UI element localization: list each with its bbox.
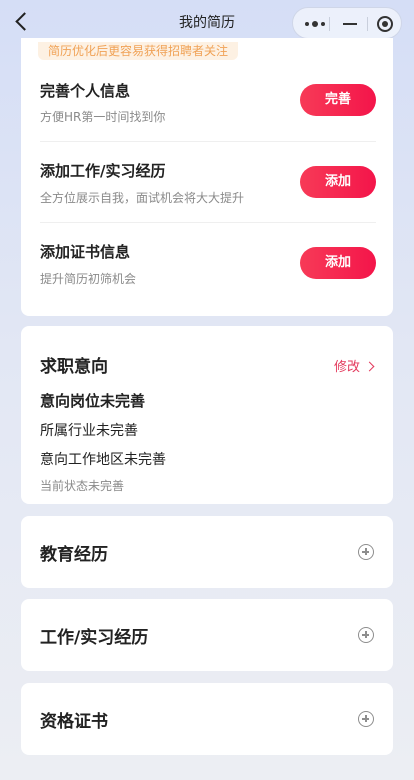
add-circle-icon[interactable] (358, 711, 374, 727)
minimize-icon[interactable] (343, 23, 357, 25)
task-desc: 全方位展示自我，面试机会将大大提升 (40, 191, 245, 205)
task-desc: 方便HR第一时间找到你 (40, 110, 166, 124)
intent-region: 意向工作地区未完善 (40, 452, 166, 468)
section-title-job-intent: 求职意向 (40, 357, 108, 377)
task-title: 添加证书信息 (40, 243, 131, 261)
more-icon[interactable] (305, 18, 327, 30)
add-circle-icon[interactable] (358, 627, 374, 643)
edit-intent-link[interactable]: 修改 (333, 356, 375, 375)
mini-program-capsule (292, 7, 402, 39)
education-section-card[interactable]: 教育经历 (21, 516, 393, 588)
complete-info-button[interactable]: 完善 (300, 84, 376, 116)
section-title-education: 教育经历 (40, 545, 108, 565)
task-row-certificate: 添加证书信息 提升简历初筛机会 添加 (40, 222, 376, 302)
task-row-work-experience: 添加工作/实习经历 全方位展示自我，面试机会将大大提升 添加 (40, 141, 376, 221)
work-experience-section-card[interactable]: 工作/实习经历 (21, 599, 393, 671)
close-target-icon[interactable] (377, 16, 393, 32)
task-title: 添加工作/实习经历 (40, 162, 166, 180)
certificate-section-card[interactable]: 资格证书 (21, 683, 393, 755)
optimization-hint: 简历优化后更容易获得招聘者关注 (38, 42, 239, 60)
capsule-divider (329, 17, 330, 31)
capsule-divider (367, 17, 368, 31)
add-circle-icon[interactable] (358, 544, 374, 560)
edit-label: 修改 (333, 360, 360, 375)
section-title-work-experience: 工作/实习经历 (40, 628, 149, 648)
section-title-certificate: 资格证书 (40, 712, 108, 732)
job-intent-card: 求职意向 修改 意向岗位未完善 所属行业未完善 意向工作地区未完善 当前状态未完… (21, 326, 393, 504)
intent-position: 意向岗位未完善 (40, 392, 146, 410)
intent-industry: 所属行业未完善 (40, 423, 138, 439)
chevron-right-icon (364, 361, 375, 372)
resume-completion-card: 简历优化后更容易获得招聘者关注 完善个人信息 方便HR第一时间找到你 完善 添加… (21, 38, 393, 316)
task-desc: 提升简历初筛机会 (40, 272, 137, 286)
add-work-experience-button[interactable]: 添加 (300, 166, 376, 198)
intent-status: 当前状态未完善 (40, 479, 125, 493)
task-row-personal-info: 完善个人信息 方便HR第一时间找到你 完善 (40, 60, 376, 140)
add-certificate-button[interactable]: 添加 (300, 247, 376, 279)
task-title: 完善个人信息 (40, 82, 131, 100)
